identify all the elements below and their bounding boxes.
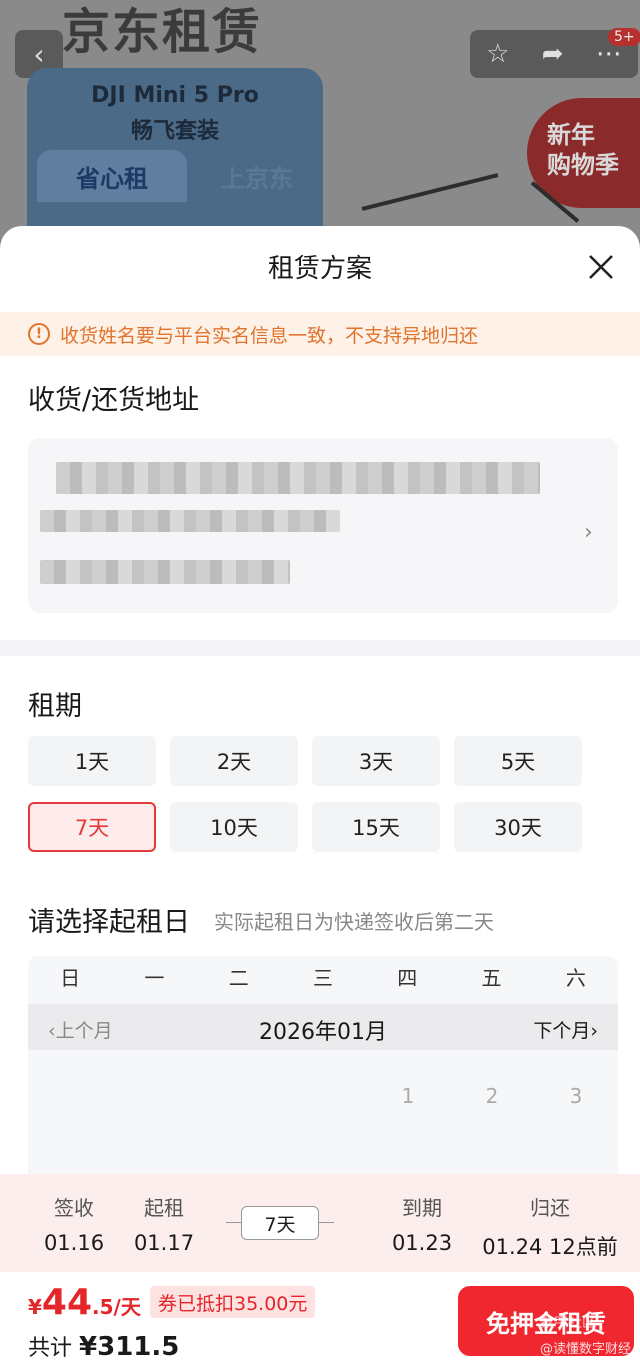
star-icon[interactable]: ☆: [486, 39, 509, 69]
duration-badge: 7天: [241, 1206, 319, 1240]
month-nav: ‹上个月 2026年01月 下个月›: [28, 1004, 618, 1050]
chevron-right-icon: ›: [590, 1020, 598, 1042]
due-step: 到期 01.23: [391, 1196, 453, 1255]
next-month-button[interactable]: 下个月›: [533, 1016, 598, 1043]
product-title: DJI Mini 5 Pro 畅飞套装: [91, 83, 259, 144]
product-card: DJI Mini 5 Pro 畅飞套装 省心租 上京东: [27, 68, 323, 240]
daily-price: ¥44.5/天: [28, 1282, 141, 1323]
rental-plan-sheet: 租赁方案 ! 收货姓名要与平台实名信息一致，不支持异地归还 收货/还货地址 › …: [0, 226, 640, 1360]
background-page: 京东租赁 ‹ ☆ ➦ ⋯ 5+ DJI Mini 5 Pro 畅飞套装 省心租 …: [0, 0, 640, 240]
watermark: 数字社区: [540, 1315, 596, 1331]
period-option-2d[interactable]: 2天: [170, 736, 298, 786]
warning-icon: !: [28, 323, 50, 345]
notice-bar: ! 收货姓名要与平台实名信息一致，不支持异地归还: [0, 312, 640, 356]
redacted-address: [40, 510, 340, 532]
start-step: 起租 01.17: [133, 1196, 195, 1255]
period-option-15d[interactable]: 15天: [312, 802, 440, 852]
weekday-label: 二: [228, 966, 249, 990]
chevron-left-icon: ‹: [33, 37, 45, 71]
period-option-3d[interactable]: 3天: [312, 736, 440, 786]
sheet-title: 租赁方案: [267, 254, 372, 284]
tab-jd: 上京东: [221, 164, 293, 193]
redacted-address: [56, 462, 540, 494]
return-step: 归还 01.24 12点前: [482, 1196, 618, 1259]
weekday-label: 一: [144, 966, 165, 990]
sign-step: 签收 01.16: [43, 1196, 105, 1255]
weekday-label: 五: [481, 966, 502, 990]
drone-arm: [361, 173, 499, 211]
total-price: 共计 ¥311.5: [28, 1332, 180, 1360]
weekday-label: 日: [60, 966, 81, 990]
period-option-7d[interactable]: 7天: [28, 802, 156, 852]
tab-worry-free: 省心租: [37, 150, 187, 202]
start-date-section-title: 请选择起租日: [28, 907, 190, 938]
coupon-badge: 券已抵扣35.00元: [150, 1286, 316, 1318]
month-label: 2026年01月: [259, 1020, 387, 1045]
calendar-day[interactable]: 1: [366, 1084, 450, 1108]
section-divider: [0, 640, 640, 656]
weekday-label: 四: [397, 966, 418, 990]
close-icon[interactable]: [586, 252, 616, 282]
weekday-label: 六: [565, 966, 586, 990]
notice-text: 收货姓名要与平台实名信息一致，不支持异地归还: [60, 324, 479, 347]
checkout-footer: ¥44.5/天 券已抵扣35.00元 共计 ¥311.5 免押金租赁 数字社区 …: [0, 1272, 640, 1360]
period-option-5d[interactable]: 5天: [454, 736, 582, 786]
calendar-day[interactable]: 3: [534, 1084, 618, 1108]
period-section-title: 租期: [28, 691, 82, 722]
address-section-title: 收货/还货地址: [28, 385, 200, 416]
redacted-contact: [40, 560, 290, 584]
period-option-30d[interactable]: 30天: [454, 802, 582, 852]
weekday-header: 日 一 二 三 四 五 六: [28, 956, 618, 1000]
rental-timeline: 签收 01.16 起租 01.17 7天 到期 01.23 归还 01.24 1…: [0, 1174, 640, 1272]
start-date-hint: 实际起租日为快递签收后第二天: [214, 910, 494, 934]
share-icon[interactable]: ➦: [542, 39, 564, 69]
period-option-1d[interactable]: 1天: [28, 736, 156, 786]
brand-logo: 京东租赁: [62, 4, 263, 60]
calendar-day[interactable]: 2: [450, 1084, 534, 1108]
message-badge: 5+: [608, 28, 640, 46]
watermark: @读懂数字财经: [540, 1342, 632, 1357]
weekday-label: 三: [312, 966, 333, 990]
address-card[interactable]: ›: [28, 438, 618, 613]
period-option-10d[interactable]: 10天: [170, 802, 298, 852]
chevron-right-icon: ›: [584, 520, 593, 545]
